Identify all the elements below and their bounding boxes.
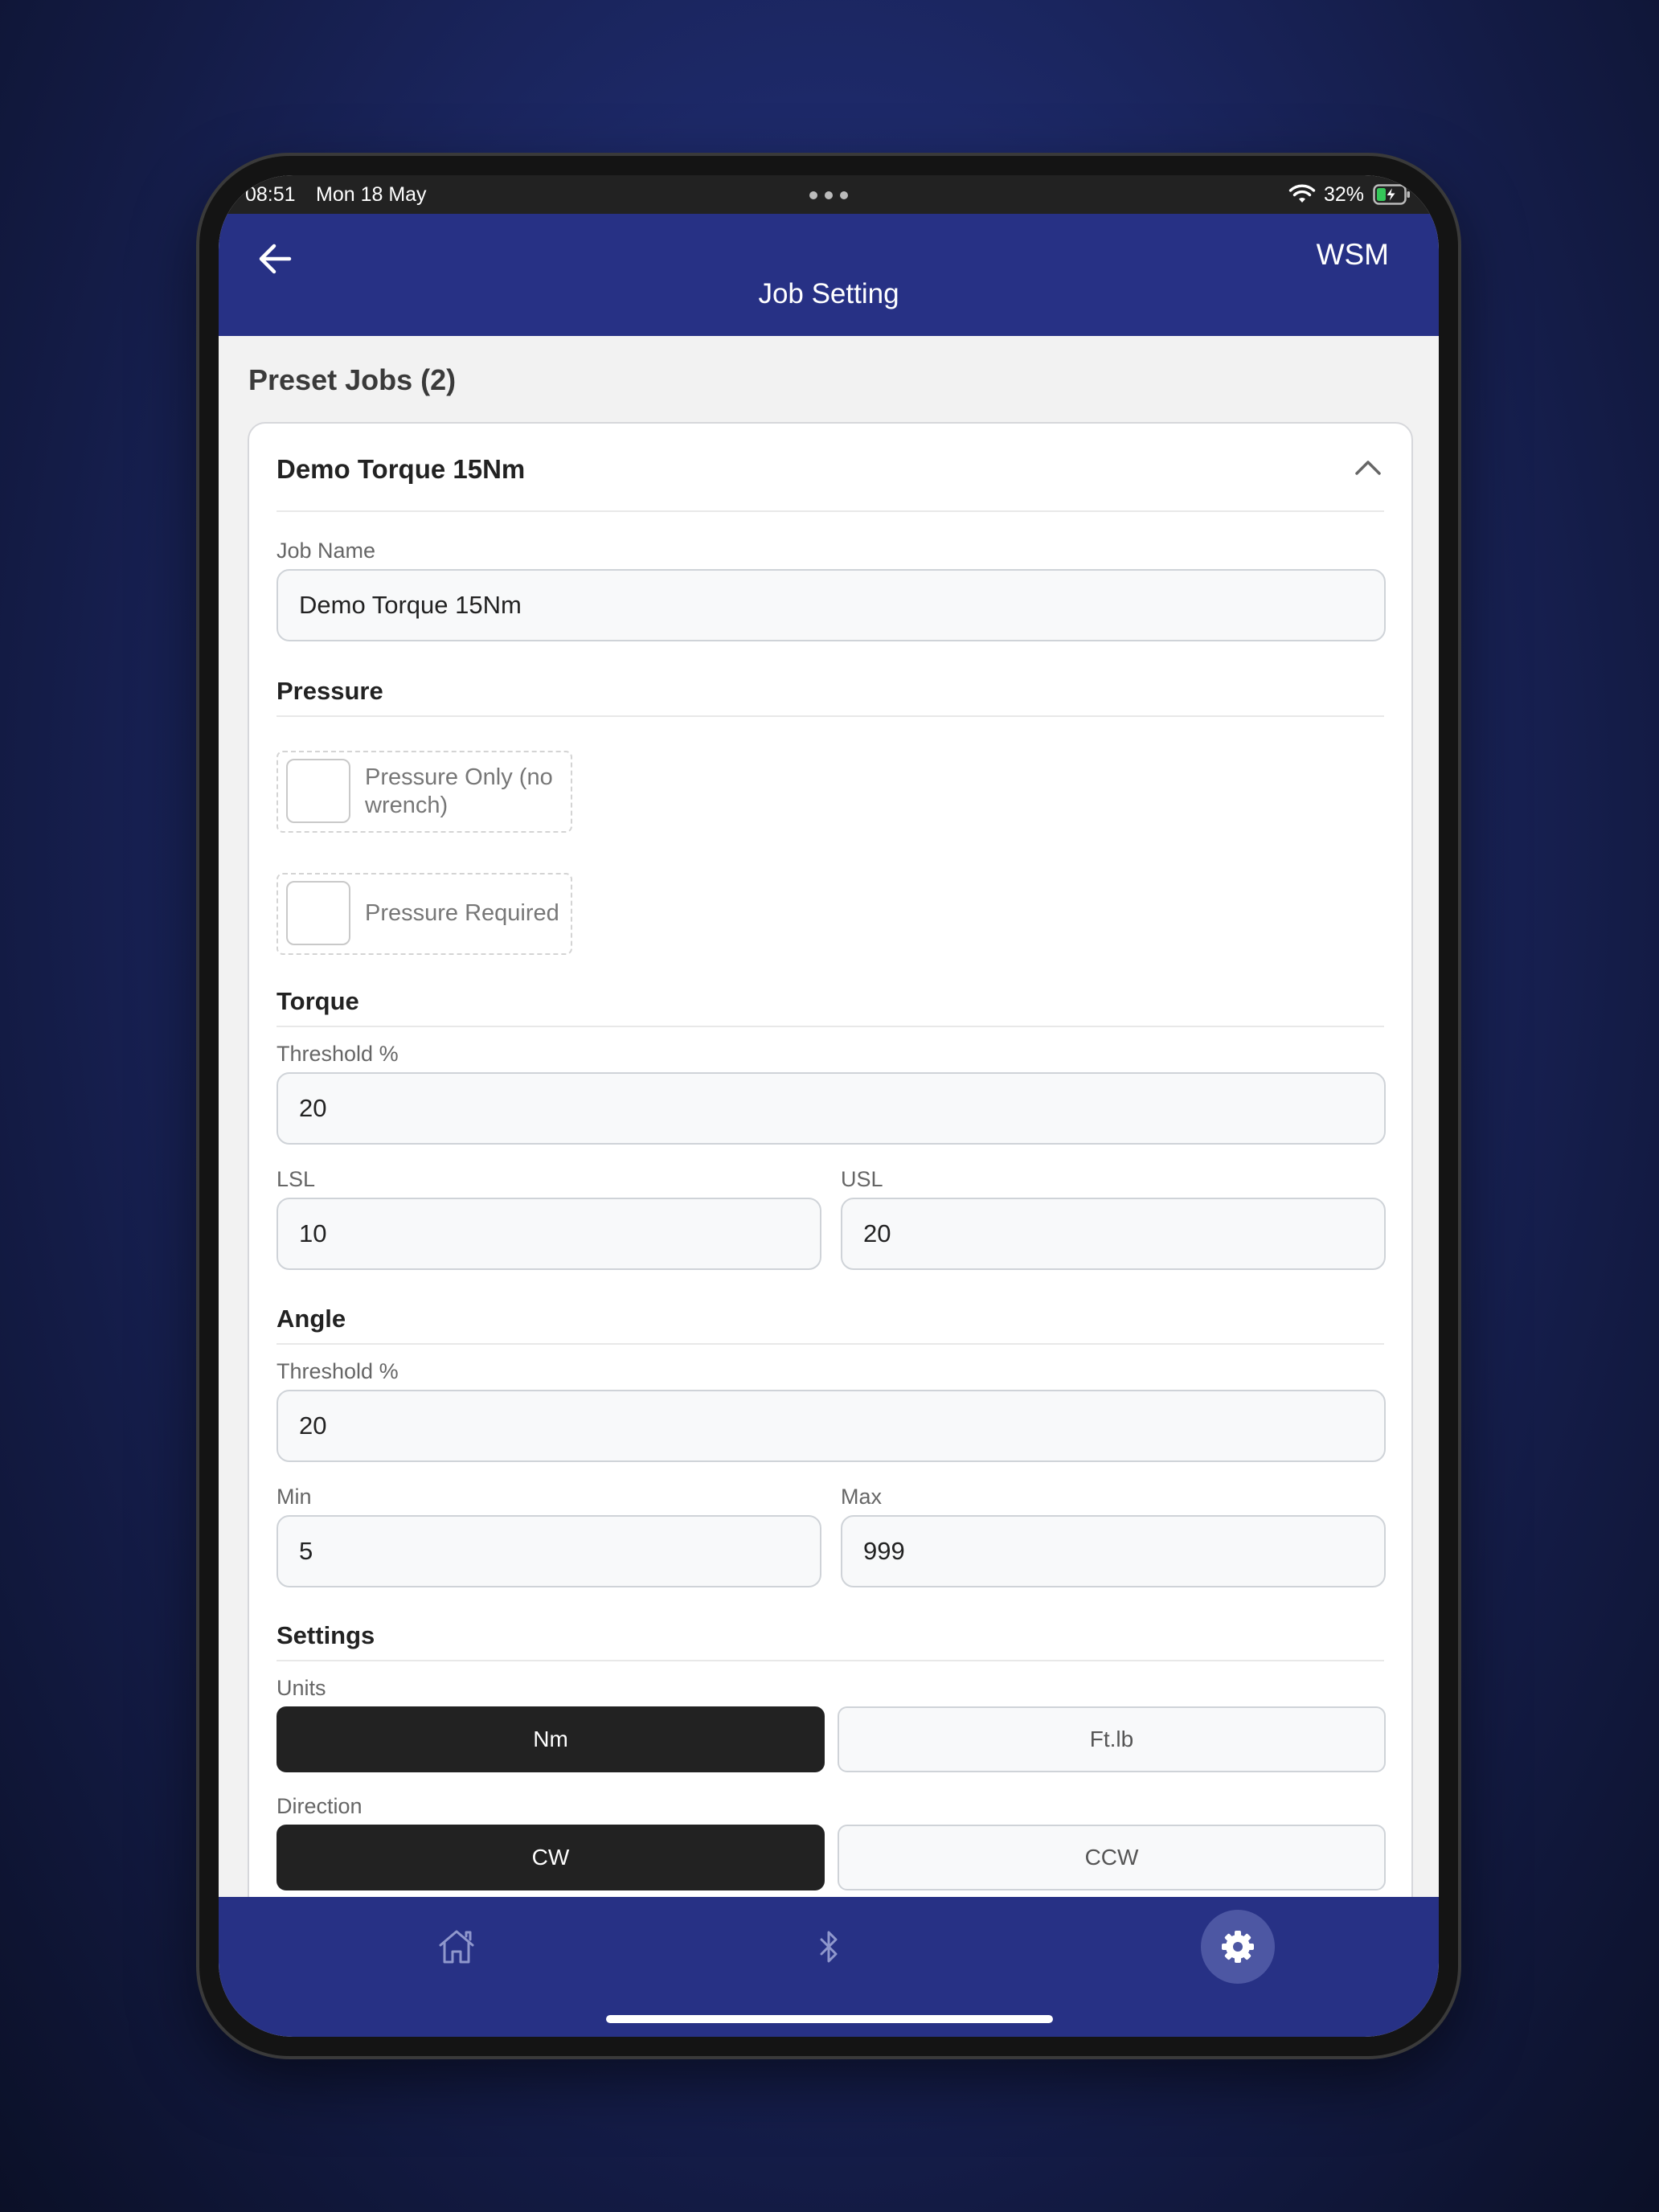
scroll-content[interactable]: Preset Jobs (2) Demo Torque 15Nm Job Nam… [219, 336, 1439, 1897]
multitasking-dots-icon[interactable] [809, 191, 848, 199]
lsl-input[interactable]: 10 [276, 1198, 821, 1270]
usl-label: USL [841, 1167, 883, 1191]
direction-label: Direction [276, 1794, 363, 1818]
tab-bluetooth[interactable] [792, 1910, 866, 1984]
lsl-label: LSL [276, 1167, 316, 1191]
settings-heading: Settings [276, 1621, 375, 1649]
pressure-only-checkbox[interactable] [286, 759, 350, 823]
bluetooth-icon [820, 1931, 838, 1963]
page-title: Job Setting [758, 278, 899, 309]
torque-threshold-input[interactable]: 20 [276, 1072, 1386, 1145]
job-name-label: Job Name [276, 539, 376, 563]
back-arrow-icon[interactable] [252, 236, 297, 281]
wifi-icon [1288, 184, 1316, 203]
pressure-required-checkbox[interactable] [286, 881, 350, 945]
pressure-required-option[interactable]: Pressure Required [276, 873, 572, 955]
battery-percentage: 32% [1324, 183, 1365, 206]
usl-input[interactable]: 20 [841, 1198, 1386, 1270]
app-header: WSM Job Setting [219, 214, 1439, 336]
app-screen: 08:51 Mon 18 May 32% WSM Job Setting Pre… [219, 175, 1439, 2037]
pressure-divider [276, 715, 1384, 717]
section-title: Preset Jobs (2) [248, 363, 457, 396]
units-ftlb-button[interactable]: Ft.lb [838, 1706, 1386, 1772]
direction-ccw-button[interactable]: CCW [838, 1825, 1386, 1890]
bottom-tab-bar [219, 1897, 1439, 2037]
gear-icon [1222, 1931, 1254, 1963]
angle-divider [276, 1343, 1384, 1345]
job-name-input[interactable]: Demo Torque 15Nm [276, 569, 1386, 641]
status-date: Mon 18 May [316, 183, 427, 206]
job-card-title[interactable]: Demo Torque 15Nm [276, 454, 525, 485]
chevron-up-icon[interactable] [1352, 456, 1384, 478]
preset-job-card: Demo Torque 15Nm Job Name Demo Torque 15… [248, 422, 1413, 1897]
direction-cw-button[interactable]: CW [276, 1825, 825, 1890]
torque-heading: Torque [276, 987, 359, 1015]
angle-max-input[interactable]: 999 [841, 1515, 1386, 1587]
pressure-only-label: Pressure Only (no wrench) [365, 764, 553, 818]
home-indicator[interactable] [606, 2015, 1053, 2023]
angle-threshold-label: Threshold % [276, 1359, 399, 1383]
brand-label: WSM [1316, 238, 1389, 271]
angle-threshold-input[interactable]: 20 [276, 1390, 1386, 1462]
tab-home[interactable] [420, 1910, 494, 1984]
battery-charging-icon [1373, 184, 1410, 205]
status-bar: 08:51 Mon 18 May 32% [219, 175, 1439, 214]
angle-min-label: Min [276, 1485, 312, 1509]
torque-threshold-label: Threshold % [276, 1042, 399, 1066]
units-label: Units [276, 1676, 326, 1700]
status-time: 08:51 [245, 183, 296, 206]
settings-divider [276, 1660, 1384, 1661]
pressure-required-label: Pressure Required [365, 900, 559, 926]
angle-heading: Angle [276, 1305, 346, 1333]
card-divider [276, 510, 1384, 512]
torque-divider [276, 1026, 1384, 1027]
pressure-heading: Pressure [276, 677, 383, 705]
tab-settings[interactable] [1201, 1910, 1275, 1984]
angle-max-label: Max [841, 1485, 883, 1509]
pressure-only-option[interactable]: Pressure Only (no wrench) [276, 751, 572, 833]
units-nm-button[interactable]: Nm [276, 1706, 825, 1772]
angle-min-input[interactable]: 5 [276, 1515, 821, 1587]
home-icon [439, 1930, 474, 1964]
